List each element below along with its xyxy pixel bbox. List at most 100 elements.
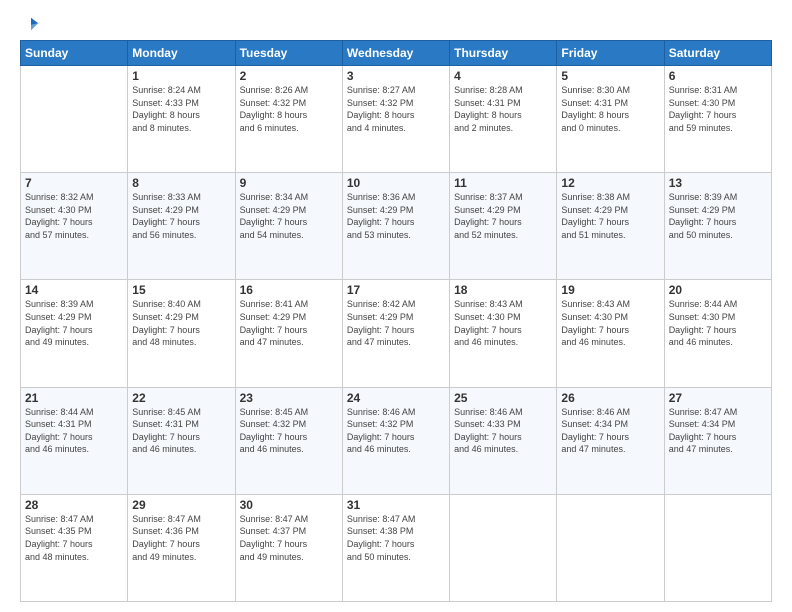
calendar-cell: 28Sunrise: 8:47 AM Sunset: 4:35 PM Dayli… [21, 494, 128, 601]
day-info: Sunrise: 8:27 AM Sunset: 4:32 PM Dayligh… [347, 84, 445, 134]
day-info: Sunrise: 8:26 AM Sunset: 4:32 PM Dayligh… [240, 84, 338, 134]
day-info: Sunrise: 8:44 AM Sunset: 4:30 PM Dayligh… [669, 298, 767, 348]
calendar-week-row: 7Sunrise: 8:32 AM Sunset: 4:30 PM Daylig… [21, 173, 772, 280]
calendar-cell: 4Sunrise: 8:28 AM Sunset: 4:31 PM Daylig… [450, 66, 557, 173]
calendar-week-row: 1Sunrise: 8:24 AM Sunset: 4:33 PM Daylig… [21, 66, 772, 173]
day-number: 18 [454, 283, 552, 297]
day-info: Sunrise: 8:42 AM Sunset: 4:29 PM Dayligh… [347, 298, 445, 348]
calendar-cell: 9Sunrise: 8:34 AM Sunset: 4:29 PM Daylig… [235, 173, 342, 280]
day-info: Sunrise: 8:39 AM Sunset: 4:29 PM Dayligh… [669, 191, 767, 241]
day-info: Sunrise: 8:36 AM Sunset: 4:29 PM Dayligh… [347, 191, 445, 241]
day-number: 11 [454, 176, 552, 190]
column-header-sunday: Sunday [21, 41, 128, 66]
calendar-cell [450, 494, 557, 601]
calendar-cell: 18Sunrise: 8:43 AM Sunset: 4:30 PM Dayli… [450, 280, 557, 387]
day-info: Sunrise: 8:40 AM Sunset: 4:29 PM Dayligh… [132, 298, 230, 348]
day-number: 22 [132, 391, 230, 405]
calendar-cell: 29Sunrise: 8:47 AM Sunset: 4:36 PM Dayli… [128, 494, 235, 601]
calendar-week-row: 14Sunrise: 8:39 AM Sunset: 4:29 PM Dayli… [21, 280, 772, 387]
calendar-cell [21, 66, 128, 173]
day-number: 29 [132, 498, 230, 512]
day-number: 17 [347, 283, 445, 297]
calendar-cell: 7Sunrise: 8:32 AM Sunset: 4:30 PM Daylig… [21, 173, 128, 280]
calendar-week-row: 28Sunrise: 8:47 AM Sunset: 4:35 PM Dayli… [21, 494, 772, 601]
day-number: 5 [561, 69, 659, 83]
day-info: Sunrise: 8:47 AM Sunset: 4:38 PM Dayligh… [347, 513, 445, 563]
calendar-cell: 13Sunrise: 8:39 AM Sunset: 4:29 PM Dayli… [664, 173, 771, 280]
day-number: 30 [240, 498, 338, 512]
day-number: 7 [25, 176, 123, 190]
day-info: Sunrise: 8:34 AM Sunset: 4:29 PM Dayligh… [240, 191, 338, 241]
calendar-cell: 17Sunrise: 8:42 AM Sunset: 4:29 PM Dayli… [342, 280, 449, 387]
day-number: 10 [347, 176, 445, 190]
calendar-cell: 3Sunrise: 8:27 AM Sunset: 4:32 PM Daylig… [342, 66, 449, 173]
calendar-cell: 30Sunrise: 8:47 AM Sunset: 4:37 PM Dayli… [235, 494, 342, 601]
calendar-cell: 15Sunrise: 8:40 AM Sunset: 4:29 PM Dayli… [128, 280, 235, 387]
calendar-cell: 21Sunrise: 8:44 AM Sunset: 4:31 PM Dayli… [21, 387, 128, 494]
day-number: 14 [25, 283, 123, 297]
day-info: Sunrise: 8:43 AM Sunset: 4:30 PM Dayligh… [561, 298, 659, 348]
day-info: Sunrise: 8:41 AM Sunset: 4:29 PM Dayligh… [240, 298, 338, 348]
day-info: Sunrise: 8:32 AM Sunset: 4:30 PM Dayligh… [25, 191, 123, 241]
day-number: 31 [347, 498, 445, 512]
day-number: 8 [132, 176, 230, 190]
day-info: Sunrise: 8:47 AM Sunset: 4:35 PM Dayligh… [25, 513, 123, 563]
calendar-week-row: 21Sunrise: 8:44 AM Sunset: 4:31 PM Dayli… [21, 387, 772, 494]
day-info: Sunrise: 8:43 AM Sunset: 4:30 PM Dayligh… [454, 298, 552, 348]
day-info: Sunrise: 8:46 AM Sunset: 4:34 PM Dayligh… [561, 406, 659, 456]
calendar-cell: 22Sunrise: 8:45 AM Sunset: 4:31 PM Dayli… [128, 387, 235, 494]
day-number: 1 [132, 69, 230, 83]
day-info: Sunrise: 8:30 AM Sunset: 4:31 PM Dayligh… [561, 84, 659, 134]
calendar-cell: 25Sunrise: 8:46 AM Sunset: 4:33 PM Dayli… [450, 387, 557, 494]
calendar-cell: 5Sunrise: 8:30 AM Sunset: 4:31 PM Daylig… [557, 66, 664, 173]
calendar-cell: 6Sunrise: 8:31 AM Sunset: 4:30 PM Daylig… [664, 66, 771, 173]
calendar-cell: 8Sunrise: 8:33 AM Sunset: 4:29 PM Daylig… [128, 173, 235, 280]
day-number: 16 [240, 283, 338, 297]
day-info: Sunrise: 8:31 AM Sunset: 4:30 PM Dayligh… [669, 84, 767, 134]
day-info: Sunrise: 8:24 AM Sunset: 4:33 PM Dayligh… [132, 84, 230, 134]
header [20, 16, 772, 32]
day-info: Sunrise: 8:28 AM Sunset: 4:31 PM Dayligh… [454, 84, 552, 134]
day-info: Sunrise: 8:44 AM Sunset: 4:31 PM Dayligh… [25, 406, 123, 456]
day-info: Sunrise: 8:47 AM Sunset: 4:36 PM Dayligh… [132, 513, 230, 563]
day-info: Sunrise: 8:39 AM Sunset: 4:29 PM Dayligh… [25, 298, 123, 348]
calendar-cell: 19Sunrise: 8:43 AM Sunset: 4:30 PM Dayli… [557, 280, 664, 387]
day-number: 3 [347, 69, 445, 83]
calendar-cell: 23Sunrise: 8:45 AM Sunset: 4:32 PM Dayli… [235, 387, 342, 494]
calendar-cell: 20Sunrise: 8:44 AM Sunset: 4:30 PM Dayli… [664, 280, 771, 387]
day-number: 6 [669, 69, 767, 83]
calendar-cell: 14Sunrise: 8:39 AM Sunset: 4:29 PM Dayli… [21, 280, 128, 387]
day-info: Sunrise: 8:47 AM Sunset: 4:34 PM Dayligh… [669, 406, 767, 456]
day-number: 24 [347, 391, 445, 405]
day-info: Sunrise: 8:46 AM Sunset: 4:33 PM Dayligh… [454, 406, 552, 456]
column-header-friday: Friday [557, 41, 664, 66]
day-info: Sunrise: 8:45 AM Sunset: 4:31 PM Dayligh… [132, 406, 230, 456]
calendar-table: SundayMondayTuesdayWednesdayThursdayFrid… [20, 40, 772, 602]
day-number: 19 [561, 283, 659, 297]
calendar-header-row: SundayMondayTuesdayWednesdayThursdayFrid… [21, 41, 772, 66]
calendar-cell: 16Sunrise: 8:41 AM Sunset: 4:29 PM Dayli… [235, 280, 342, 387]
logo-flag-icon [22, 16, 40, 34]
column-header-thursday: Thursday [450, 41, 557, 66]
calendar-cell: 1Sunrise: 8:24 AM Sunset: 4:33 PM Daylig… [128, 66, 235, 173]
day-number: 25 [454, 391, 552, 405]
day-number: 28 [25, 498, 123, 512]
day-info: Sunrise: 8:38 AM Sunset: 4:29 PM Dayligh… [561, 191, 659, 241]
calendar-cell: 27Sunrise: 8:47 AM Sunset: 4:34 PM Dayli… [664, 387, 771, 494]
day-number: 4 [454, 69, 552, 83]
day-number: 9 [240, 176, 338, 190]
day-number: 26 [561, 391, 659, 405]
calendar-cell: 10Sunrise: 8:36 AM Sunset: 4:29 PM Dayli… [342, 173, 449, 280]
calendar-cell: 24Sunrise: 8:46 AM Sunset: 4:32 PM Dayli… [342, 387, 449, 494]
column-header-tuesday: Tuesday [235, 41, 342, 66]
page: SundayMondayTuesdayWednesdayThursdayFrid… [0, 0, 792, 612]
day-info: Sunrise: 8:45 AM Sunset: 4:32 PM Dayligh… [240, 406, 338, 456]
day-info: Sunrise: 8:47 AM Sunset: 4:37 PM Dayligh… [240, 513, 338, 563]
day-info: Sunrise: 8:46 AM Sunset: 4:32 PM Dayligh… [347, 406, 445, 456]
column-header-saturday: Saturday [664, 41, 771, 66]
calendar-cell: 31Sunrise: 8:47 AM Sunset: 4:38 PM Dayli… [342, 494, 449, 601]
day-info: Sunrise: 8:37 AM Sunset: 4:29 PM Dayligh… [454, 191, 552, 241]
day-number: 21 [25, 391, 123, 405]
calendar-cell: 11Sunrise: 8:37 AM Sunset: 4:29 PM Dayli… [450, 173, 557, 280]
day-number: 27 [669, 391, 767, 405]
